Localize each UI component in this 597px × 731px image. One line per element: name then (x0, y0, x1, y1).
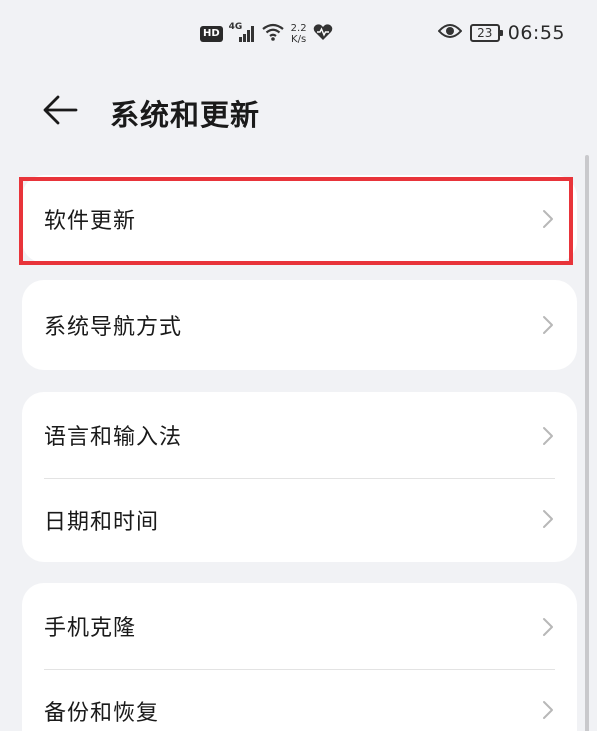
back-button[interactable] (40, 90, 80, 130)
network-speed: 2.2 K/s (291, 23, 307, 45)
hd-badge: HD (200, 26, 223, 42)
title-bar: 系统和更新 (0, 80, 597, 140)
divider (44, 478, 555, 479)
status-right: 23 06:55 (437, 22, 565, 44)
clock: 06:55 (507, 22, 565, 44)
chevron-right-icon (543, 510, 553, 528)
signal-icon: 4G (229, 22, 255, 44)
battery-icon: 23 (469, 24, 503, 42)
chevron-right-icon (543, 618, 553, 636)
list-item-backup-restore[interactable]: 备份和恢复 (22, 669, 577, 731)
speed-unit: K/s (291, 34, 307, 45)
settings-screen: HD 4G 2.2 K/s 23 06:55 系统和更新 软件更新 系统导航方式… (0, 0, 597, 731)
divider (44, 669, 555, 670)
chevron-right-icon (543, 210, 553, 228)
list-item-label: 系统导航方式 (44, 315, 183, 340)
back-arrow-icon (43, 95, 78, 125)
wifi-icon (261, 22, 285, 46)
chevron-right-icon (543, 701, 553, 719)
list-item-software-update[interactable]: 软件更新 (22, 175, 577, 263)
chevron-right-icon (543, 427, 553, 445)
list-item-label: 软件更新 (44, 209, 137, 234)
list-item-label: 日期和时间 (44, 510, 160, 535)
settings-group-3: 语言和输入法 日期和时间 (22, 392, 577, 562)
heart-icon (313, 23, 333, 45)
list-item-phone-clone[interactable]: 手机克隆 (22, 583, 577, 669)
settings-group-2: 系统导航方式 (22, 280, 577, 370)
status-left: HD 4G 2.2 K/s (200, 22, 333, 46)
list-item-date-time[interactable]: 日期和时间 (22, 478, 577, 562)
settings-group-4: 手机克隆 备份和恢复 (22, 583, 577, 731)
scrollbar[interactable] (585, 155, 589, 731)
list-item-language-input[interactable]: 语言和输入法 (22, 392, 577, 478)
list-item-label: 备份和恢复 (44, 701, 160, 726)
status-bar: HD 4G 2.2 K/s 23 06:55 (0, 0, 597, 70)
settings-group-1: 软件更新 (22, 175, 577, 263)
speed-value: 2.2 (290, 23, 307, 34)
list-item-label: 手机克隆 (44, 616, 137, 641)
list-item-navigation[interactable]: 系统导航方式 (22, 280, 577, 370)
page-title: 系统和更新 (110, 98, 261, 132)
eye-icon (437, 22, 463, 44)
chevron-right-icon (543, 316, 553, 334)
list-item-label: 语言和输入法 (44, 425, 183, 450)
